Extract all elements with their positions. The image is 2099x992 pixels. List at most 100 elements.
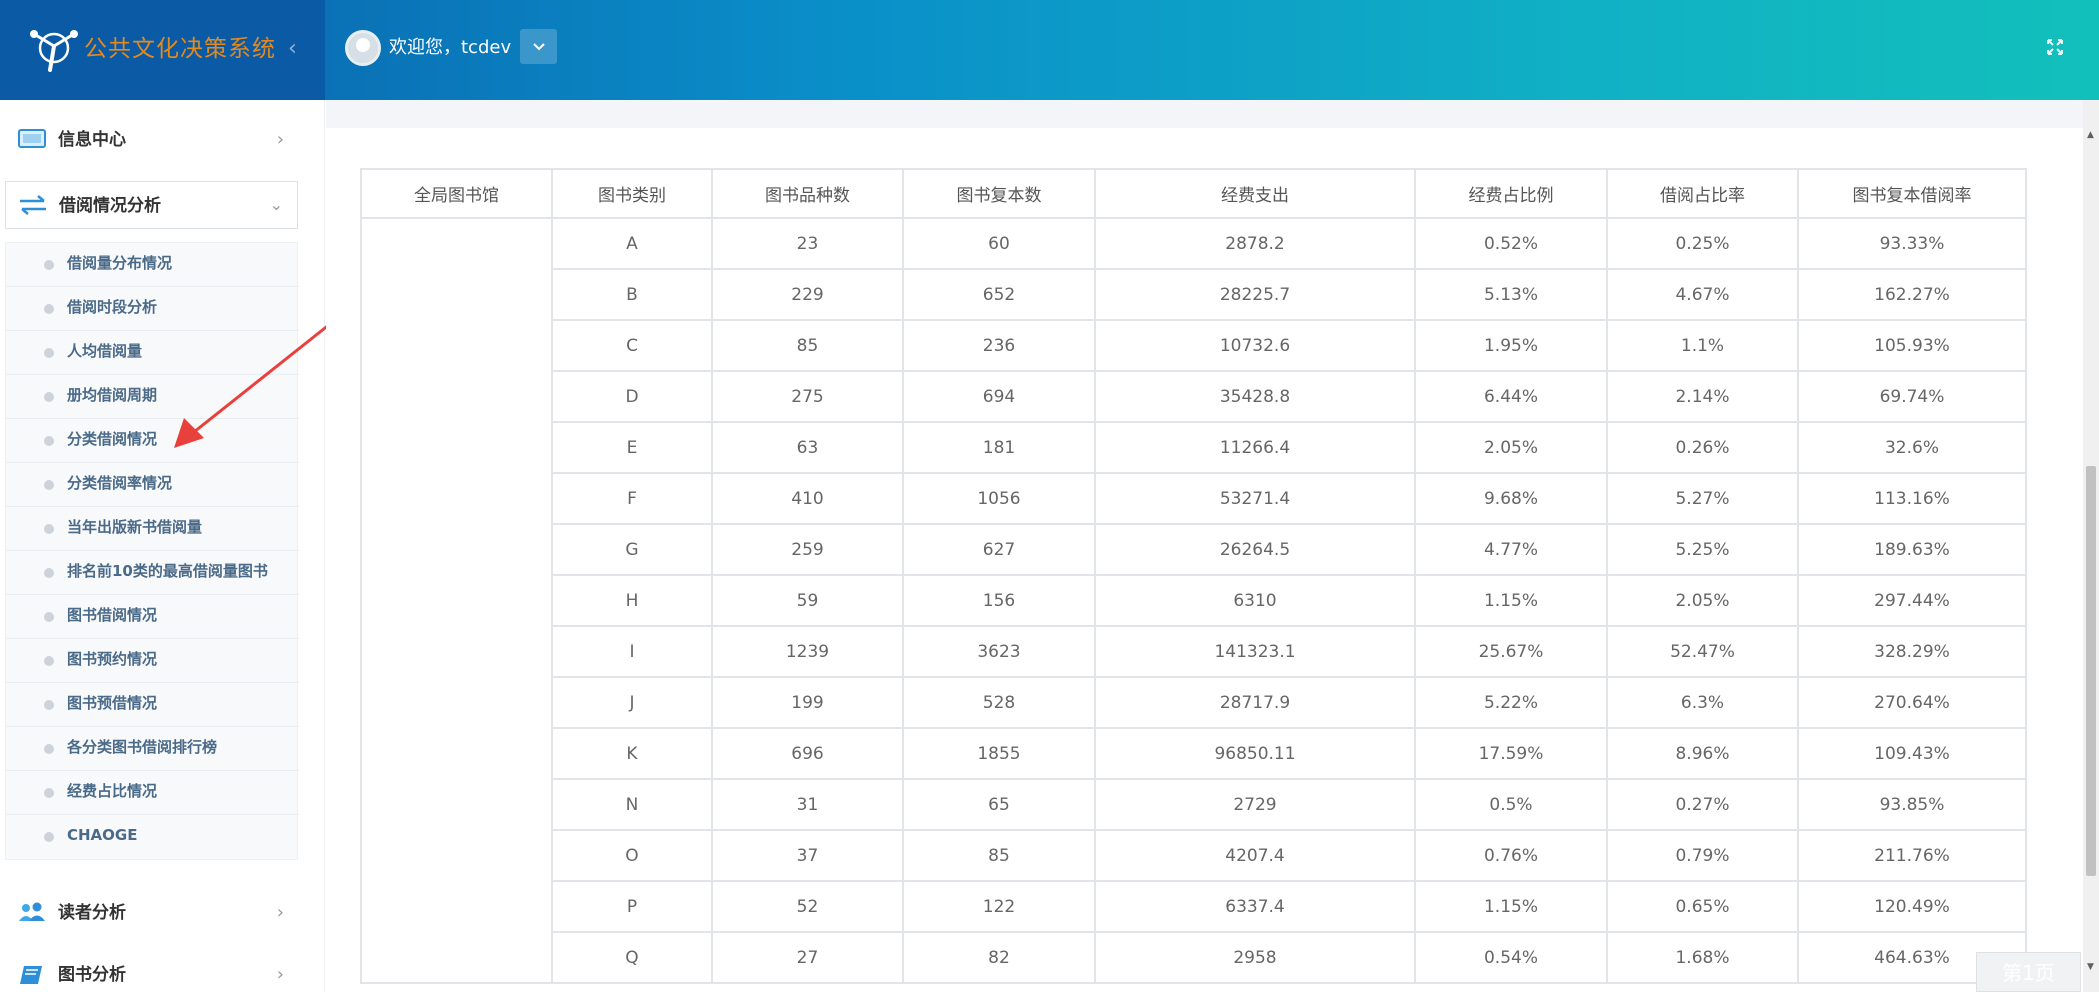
submenu-item-label: 人均借阅量	[67, 342, 143, 360]
table-cell: 93.33%	[1797, 217, 2027, 270]
table-cell: J	[551, 676, 713, 729]
submenu-item[interactable]: CHAOGE	[6, 815, 299, 859]
table-row: P 52 122 6337.4 1.15% 0.65% 120.49%	[361, 880, 2027, 933]
user-dropdown-button[interactable]	[520, 29, 557, 64]
page-indicator[interactable]: 第1页	[1976, 952, 2081, 992]
table-cell: 6.3%	[1606, 676, 1799, 729]
submenu-item-label: 分类借阅率情况	[67, 474, 173, 492]
submenu-item[interactable]: 图书借阅情况	[6, 595, 299, 639]
table-row: I 1239 3623 141323.1 25.67% 52.47% 328.29%	[361, 625, 2027, 678]
table-cell: 0.54%	[1414, 931, 1608, 984]
table-cell: K	[551, 727, 713, 780]
sidebar-item-label: 借阅情况分析	[59, 196, 161, 216]
submenu-item[interactable]: 图书预借情况	[6, 683, 299, 727]
vertical-scrollbar[interactable]: ▲ ▼	[2083, 100, 2099, 992]
sidebar-item-borrow-analysis[interactable]: 借阅情况分析 ⌄	[5, 181, 298, 229]
column-header: 图书类别	[551, 168, 713, 219]
table-row: Q 27 82 2958 0.54% 1.68% 464.63%	[361, 931, 2027, 984]
chevron-down-icon	[532, 43, 545, 51]
table-cell: 236	[902, 319, 1096, 372]
table-cell: 52.47%	[1606, 625, 1799, 678]
table-cell: 1056	[902, 472, 1096, 525]
table-row: J 199 528 28717.9 5.22% 6.3% 270.64%	[361, 676, 2027, 729]
sidebar-item-reader-analysis[interactable]: 读者分析 ›	[0, 888, 300, 938]
table-cell: 0.52%	[1414, 217, 1608, 270]
fullscreen-icon	[2047, 39, 2063, 55]
table-cell: 5.25%	[1606, 523, 1799, 576]
table-cell: 3623	[902, 625, 1096, 678]
avatar[interactable]	[345, 30, 381, 66]
table-cell: 28717.9	[1094, 676, 1416, 729]
table-cell: 297.44%	[1797, 574, 2027, 627]
annotation-arrow-icon	[174, 322, 331, 448]
table-cell: 120.49%	[1797, 880, 2027, 933]
column-header: 经费占比例	[1414, 168, 1608, 219]
sidebar-item-book-analysis[interactable]: 图书分析 ›	[0, 950, 300, 992]
table-cell: 5.22%	[1414, 676, 1608, 729]
column-header: 图书品种数	[711, 168, 904, 219]
submenu-item-label: 分类借阅情况	[67, 430, 158, 448]
scrollbar-thumb[interactable]	[2086, 466, 2096, 876]
table-row: D 275 694 35428.8 6.44% 2.14% 69.74%	[361, 370, 2027, 423]
table-cell: 53271.4	[1094, 472, 1416, 525]
sidebar-item-info-center[interactable]: 信息中心 ›	[0, 115, 300, 165]
table-cell: 229	[711, 268, 904, 321]
table-cell: 1855	[902, 727, 1096, 780]
table-cell: Q	[551, 931, 713, 984]
chevron-down-icon: ⌄	[269, 195, 283, 214]
submenu-item[interactable]: 图书预约情况	[6, 639, 299, 683]
scroll-up-icon[interactable]: ▲	[2087, 130, 2094, 140]
table-cell: 211.76%	[1797, 829, 2027, 882]
table-cell: 199	[711, 676, 904, 729]
table-cell: 528	[902, 676, 1096, 729]
table-cell: 17.59%	[1414, 727, 1608, 780]
bullet-icon	[44, 568, 54, 578]
table-cell: 1.15%	[1414, 880, 1608, 933]
bullet-icon	[44, 700, 54, 710]
table-cell: 10732.6	[1094, 319, 1416, 372]
submenu-item[interactable]: 各分类图书借阅排行榜	[6, 727, 299, 771]
table-cell: 65	[902, 778, 1096, 831]
table-cell: 2.05%	[1606, 574, 1799, 627]
table-cell: 2878.2	[1094, 217, 1416, 270]
data-table: 全局图书馆 图书类别 图书品种数 图书复本数 经费支出 经费占比例 借阅占比率 …	[360, 168, 2027, 984]
table-cell: D	[551, 370, 713, 423]
bullet-icon	[44, 260, 54, 270]
submenu-item-label: 各分类图书借阅排行榜	[67, 738, 218, 756]
fullscreen-button[interactable]	[2040, 32, 2070, 62]
table-cell: O	[551, 829, 713, 882]
submenu-item[interactable]: 分类借阅率情况	[6, 463, 299, 507]
submenu-item[interactable]: 当年出版新书借阅量	[6, 507, 299, 551]
table-row: E 63 181 11266.4 2.05% 0.26% 32.6%	[361, 421, 2027, 474]
table-cell: B	[551, 268, 713, 321]
chevron-right-icon: ›	[276, 129, 284, 150]
column-header: 图书复本借阅率	[1797, 168, 2027, 219]
table-row: A 23 60 2878.2 0.52% 0.25% 93.33%	[360, 217, 2027, 984]
table-cell: 1239	[711, 625, 904, 678]
content-panel: 全局图书馆 图书类别 图书品种数 图书复本数 经费支出 经费占比例 借阅占比率 …	[326, 128, 2083, 992]
table-cell: 26264.5	[1094, 523, 1416, 576]
table-cell: 627	[902, 523, 1096, 576]
bullet-icon	[44, 480, 54, 490]
bullet-icon	[44, 656, 54, 666]
table-row: G 259 627 26264.5 4.77% 5.25% 189.63%	[361, 523, 2027, 576]
logo-icon	[30, 30, 78, 72]
sidebar-collapse-button[interactable]: ‹	[288, 32, 297, 66]
table-cell: 181	[902, 421, 1096, 474]
table-cell: 0.65%	[1606, 880, 1799, 933]
table-cell: 82	[902, 931, 1096, 984]
table-cell: 96850.11	[1094, 727, 1416, 780]
scroll-down-icon[interactable]: ▼	[2087, 962, 2094, 972]
table-cell: F	[551, 472, 713, 525]
table-row: H 59 156 6310 1.15% 2.05% 297.44%	[361, 574, 2027, 627]
table-cell: I	[551, 625, 713, 678]
submenu-item-label: 排名前10类的最高借阅量图书	[67, 562, 268, 580]
table-cell: 69.74%	[1797, 370, 2027, 423]
table-cell: 2.14%	[1606, 370, 1799, 423]
submenu-item[interactable]: 经费占比情况	[6, 771, 299, 815]
column-header: 借阅占比率	[1606, 168, 1799, 219]
submenu-item[interactable]: 借阅量分布情况	[6, 243, 299, 287]
submenu-item[interactable]: 排名前10类的最高借阅量图书	[6, 551, 299, 595]
submenu-item-label: 图书借阅情况	[67, 606, 158, 624]
table-cell: C	[551, 319, 713, 372]
